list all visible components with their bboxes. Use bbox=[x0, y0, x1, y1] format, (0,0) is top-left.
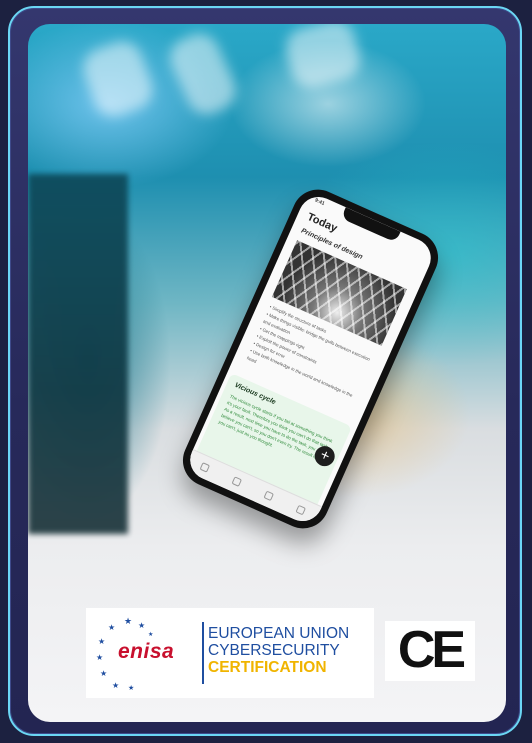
light-streak bbox=[281, 24, 365, 93]
svg-text:★: ★ bbox=[148, 631, 153, 638]
nav-book-icon[interactable] bbox=[263, 490, 275, 502]
badge-divider bbox=[202, 622, 204, 684]
certification-badge: ★ ★ ★ ★ ★ ★ ★ ★ ★ enisa EUROPEAN UNION C… bbox=[86, 608, 374, 698]
cert-line-eu: EUROPEAN UNION bbox=[208, 625, 350, 642]
ce-mark: CE bbox=[385, 621, 475, 681]
svg-text:★: ★ bbox=[112, 681, 119, 690]
svg-text:★: ★ bbox=[100, 669, 107, 678]
nav-home-icon[interactable] bbox=[199, 461, 210, 473]
svg-text:★: ★ bbox=[96, 653, 103, 662]
blurred-laptop bbox=[28, 174, 128, 534]
certification-text: EUROPEAN UNION CYBERSECURITY CERTIFICATI… bbox=[208, 625, 349, 676]
svg-text:★: ★ bbox=[124, 616, 132, 626]
cert-line-certification: CERTIFICATION bbox=[208, 659, 327, 676]
status-time: 9:41 bbox=[313, 197, 326, 207]
enisa-logo-text: enisa bbox=[118, 640, 175, 663]
phone-screen: 9:41 Today Principles of design • Simpli… bbox=[183, 190, 438, 528]
nav-search-icon[interactable] bbox=[231, 476, 242, 487]
smartphone: 9:41 Today Principles of design • Simpli… bbox=[174, 181, 447, 537]
cert-line-cyber: CYBERSECURITY bbox=[208, 642, 340, 659]
svg-text:★: ★ bbox=[108, 623, 115, 632]
svg-text:★: ★ bbox=[138, 621, 145, 630]
svg-text:★: ★ bbox=[128, 684, 134, 692]
phone-notch bbox=[340, 207, 401, 243]
light-streak bbox=[77, 35, 159, 123]
nav-settings-icon[interactable] bbox=[295, 504, 307, 516]
svg-text:★: ★ bbox=[98, 637, 105, 646]
light-streak bbox=[163, 27, 243, 121]
